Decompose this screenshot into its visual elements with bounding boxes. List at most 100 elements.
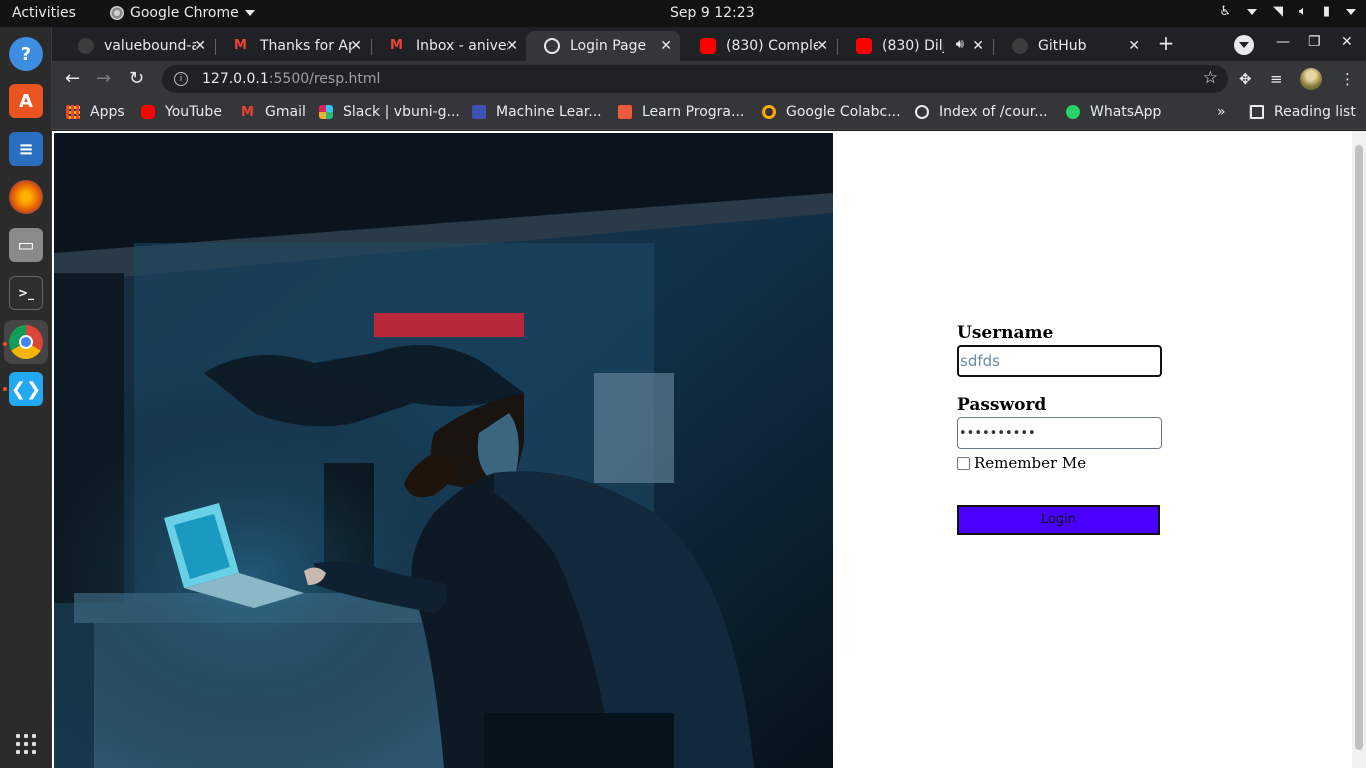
bookmark-label: WhatsApp bbox=[1090, 104, 1162, 120]
slack-icon bbox=[319, 105, 333, 119]
bookmark-label: Machine Lear... bbox=[496, 104, 602, 120]
minimize-icon[interactable]: — bbox=[1276, 34, 1290, 50]
tab-youtube-diljit[interactable]: (830) Diljit 🔊︎ ✕ bbox=[838, 31, 992, 61]
reading-list-button[interactable]: Reading list bbox=[1249, 104, 1356, 120]
new-tab-button[interactable]: + bbox=[1155, 33, 1177, 55]
media-controls-icon[interactable]: ≡ bbox=[1270, 70, 1283, 88]
tab-login-page[interactable]: Login Page ✕ bbox=[526, 31, 680, 61]
youtube-icon bbox=[856, 38, 872, 54]
volume-icon[interactable]: 🔈︎ bbox=[1299, 4, 1307, 19]
clock[interactable]: Sep 9 12:23 bbox=[670, 5, 755, 21]
github-icon bbox=[78, 38, 94, 54]
bookmark-youtube[interactable]: YouTube bbox=[141, 104, 222, 120]
remember-me-row[interactable]: Remember Me bbox=[957, 454, 1167, 472]
tab-github[interactable]: GitHub ✕ bbox=[994, 31, 1148, 61]
tab-thanks-for-ap[interactable]: M Thanks for Ap ✕ bbox=[216, 31, 370, 61]
back-arrow-icon[interactable]: ← bbox=[65, 68, 80, 89]
tab-strip: valuebound-a ✕ M Thanks for Ap ✕ M Inbox… bbox=[52, 27, 1366, 61]
reload-icon[interactable]: ↻ bbox=[129, 68, 144, 89]
search-tabs-button[interactable] bbox=[1234, 35, 1254, 55]
bookmark-apps[interactable]: Apps bbox=[66, 104, 125, 120]
help-icon[interactable]: ? bbox=[9, 37, 43, 71]
globe-icon bbox=[544, 38, 560, 54]
close-icon[interactable]: ✕ bbox=[816, 38, 828, 54]
tab-title: valuebound-a bbox=[104, 38, 196, 54]
bookmark-label: YouTube bbox=[165, 104, 222, 120]
login-form: Username Password Remember Me Login bbox=[957, 323, 1167, 535]
wifi-icon[interactable]: ◥ bbox=[1273, 4, 1283, 19]
github-icon bbox=[1012, 38, 1028, 54]
accessibility-icon[interactable]: ♿ bbox=[1219, 4, 1231, 19]
login-button[interactable]: Login bbox=[957, 505, 1160, 535]
codecademy-icon bbox=[618, 105, 632, 119]
close-icon[interactable]: ✕ bbox=[194, 38, 206, 54]
maximize-icon[interactable]: ❐ bbox=[1308, 34, 1321, 50]
close-icon[interactable]: ✕ bbox=[660, 38, 672, 54]
more-menu-icon[interactable]: ⋮ bbox=[1340, 70, 1355, 88]
page-scrollbar[interactable] bbox=[1352, 131, 1366, 768]
bookmark-slack[interactable]: Slack | vbuni-g... bbox=[319, 104, 460, 120]
username-label: Username bbox=[957, 323, 1054, 343]
address-bar[interactable]: i 127.0.0.1:5500/resp.html ☆ bbox=[162, 65, 1228, 93]
system-top-bar: Activities Google Chrome Sep 9 12:23 ♿ ◥… bbox=[0, 0, 1366, 27]
username-input[interactable] bbox=[957, 345, 1162, 377]
browser-toolbar: ← → ↻ i 127.0.0.1:5500/resp.html ☆ ✥ ≡ ⋮ bbox=[52, 61, 1366, 97]
remember-me-checkbox[interactable] bbox=[957, 456, 970, 470]
bookmark-machine-learning[interactable]: Machine Lear... bbox=[472, 104, 602, 120]
bookmark-label: Learn Progra... bbox=[642, 104, 745, 120]
close-icon[interactable]: ✕ bbox=[1128, 38, 1140, 54]
forward-arrow-icon[interactable]: → bbox=[96, 68, 111, 89]
firefox-icon[interactable] bbox=[9, 180, 43, 214]
tab-inbox[interactable]: M Inbox - anives ✕ bbox=[372, 31, 526, 61]
profile-avatar[interactable] bbox=[1300, 68, 1322, 90]
password-input[interactable] bbox=[957, 417, 1162, 449]
man-at-laptop-image bbox=[54, 133, 833, 768]
running-indicator bbox=[3, 387, 7, 391]
bookmark-learn-programming[interactable]: Learn Progra... bbox=[618, 104, 744, 120]
audio-playing-icon[interactable]: 🔊︎ bbox=[956, 37, 964, 52]
youtube-icon bbox=[141, 105, 155, 119]
url-host: 127.0.0.1 bbox=[202, 71, 269, 87]
writer-icon[interactable]: ≡ bbox=[9, 132, 43, 166]
bookmark-star-icon[interactable]: ☆ bbox=[1203, 68, 1218, 88]
battery-icon[interactable]: ▮ bbox=[1323, 4, 1330, 19]
vscode-icon[interactable]: ❮❯ bbox=[9, 372, 43, 406]
close-icon[interactable]: ✕ bbox=[972, 38, 984, 54]
terminal-icon[interactable]: >_ bbox=[9, 276, 43, 310]
close-window-icon[interactable]: ✕ bbox=[1341, 34, 1353, 50]
reading-list-icon bbox=[1250, 105, 1264, 119]
more-bookmarks-chevron-icon[interactable]: » bbox=[1217, 104, 1226, 120]
web-page: Username Password Remember Me Login bbox=[52, 131, 1366, 768]
close-icon[interactable]: ✕ bbox=[506, 38, 518, 54]
system-tray[interactable]: ♿ ◥ 🔈︎ ▮ bbox=[1219, 4, 1356, 19]
close-icon[interactable]: ✕ bbox=[350, 38, 362, 54]
files-icon[interactable]: ▭ bbox=[9, 228, 43, 262]
chrome-window: valuebound-a ✕ M Thanks for Ap ✕ M Inbox… bbox=[52, 27, 1366, 768]
url-path: :5500/resp.html bbox=[268, 71, 381, 87]
chrome-app-icon bbox=[110, 6, 124, 20]
site-info-icon[interactable]: i bbox=[174, 72, 188, 86]
chrome-icon[interactable] bbox=[9, 325, 43, 359]
scrollbar-thumb[interactable] bbox=[1355, 145, 1363, 750]
tab-youtube-complete[interactable]: (830) Comple ✕ bbox=[682, 31, 836, 61]
app-menu-label: Google Chrome bbox=[130, 5, 239, 21]
tab-title: GitHub bbox=[1038, 38, 1087, 54]
software-center-icon[interactable]: A bbox=[9, 84, 43, 118]
bookmark-google-colab[interactable]: Google Colabc... bbox=[762, 104, 901, 120]
activities-button[interactable]: Activities bbox=[12, 5, 76, 21]
bookmark-gmail[interactable]: M Gmail bbox=[241, 104, 306, 120]
reading-list-label: Reading list bbox=[1274, 104, 1356, 120]
tab-title: Inbox - anives bbox=[416, 38, 508, 54]
app-menu[interactable]: Google Chrome bbox=[110, 5, 255, 21]
globe-icon bbox=[915, 105, 929, 119]
tab-valuebound[interactable]: valuebound-a ✕ bbox=[60, 31, 214, 61]
bookmark-index-of-courses[interactable]: Index of /cour... bbox=[915, 104, 1048, 120]
show-applications-icon[interactable] bbox=[16, 734, 36, 754]
bookmark-whatsapp[interactable]: WhatsApp bbox=[1066, 104, 1161, 120]
bookmark-label: Slack | vbuni-g... bbox=[343, 104, 460, 120]
chevron-down-icon[interactable] bbox=[1346, 8, 1356, 15]
chevron-down-icon bbox=[244, 10, 255, 16]
extensions-puzzle-icon[interactable]: ✥ bbox=[1239, 70, 1252, 88]
password-label: Password bbox=[957, 395, 1047, 415]
chevron-down-icon[interactable] bbox=[1247, 8, 1258, 15]
